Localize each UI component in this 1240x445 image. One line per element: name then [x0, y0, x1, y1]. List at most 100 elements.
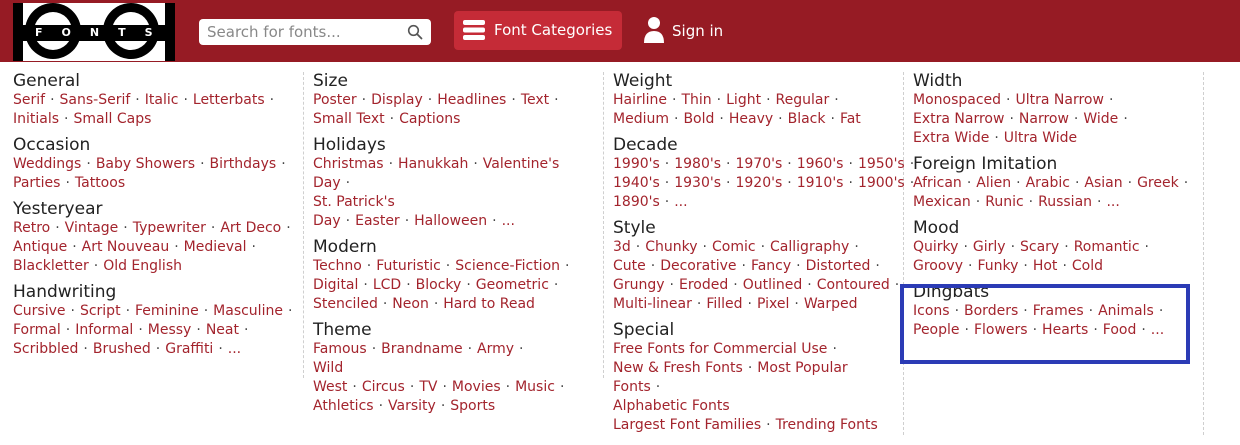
category-link-letterbats[interactable]: Letterbats [193, 92, 265, 108]
category-link-movies[interactable]: Movies [452, 379, 501, 395]
category-link-famous[interactable]: Famous [313, 341, 367, 357]
category-link-easter[interactable]: Easter [355, 213, 400, 229]
category-link-trending-fonts[interactable]: Trending Fonts [776, 417, 878, 433]
category-link-monospaced[interactable]: Monospaced [913, 92, 1001, 108]
category-link-circus[interactable]: Circus [362, 379, 405, 395]
category-link-halloween[interactable]: Halloween [414, 213, 487, 229]
category-link-hard-to-read[interactable]: Hard to Read [443, 296, 535, 312]
category-link-fat[interactable]: Fat [840, 111, 861, 127]
category-link-music[interactable]: Music [515, 379, 555, 395]
category-link-scribbled[interactable]: Scribbled [13, 341, 78, 357]
category-link-futuristic[interactable]: Futuristic [376, 258, 441, 274]
category-link-feminine[interactable]: Feminine [135, 303, 199, 319]
category-link-stenciled[interactable]: Stenciled [313, 296, 378, 312]
search-box[interactable] [199, 19, 431, 45]
category-link-bold[interactable]: Bold [683, 111, 714, 127]
category-link-art-nouveau[interactable]: Art Nouveau [82, 239, 170, 255]
category-link-masculine[interactable]: Masculine [213, 303, 283, 319]
category-link-techno[interactable]: Techno [313, 258, 362, 274]
category-link-informal[interactable]: Informal [75, 322, 133, 338]
category-link-alphabetic-fonts[interactable]: Alphabetic Fonts [613, 398, 730, 414]
category-link-runic[interactable]: Runic [985, 194, 1023, 210]
category-link-poster[interactable]: Poster [313, 92, 357, 108]
category-link-messy[interactable]: Messy [148, 322, 192, 338]
category-link-baby-showers[interactable]: Baby Showers [96, 156, 195, 172]
category-link-captions[interactable]: Captions [399, 111, 460, 127]
category-link-army[interactable]: Army [477, 341, 514, 357]
category-link-formal[interactable]: Formal [13, 322, 61, 338]
category-link-extra-narrow[interactable]: Extra Narrow [913, 111, 1004, 127]
category-link-art-deco[interactable]: Art Deco [220, 220, 281, 236]
category-link-extra-wide[interactable]: Extra Wide [913, 130, 989, 146]
category-link-black[interactable]: Black [788, 111, 826, 127]
category-link-graffiti[interactable]: Graffiti [165, 341, 213, 357]
category-link-mexican[interactable]: Mexican [913, 194, 971, 210]
category-link-typewriter[interactable]: Typewriter [133, 220, 206, 236]
category-link-birthdays[interactable]: Birthdays [210, 156, 277, 172]
site-logo[interactable]: FONTS [13, 3, 175, 61]
category-link-african[interactable]: African [913, 175, 962, 191]
category-link-1890-s[interactable]: 1890's [613, 194, 660, 210]
category-link-free-fonts-for-commercial-use[interactable]: Free Fonts for Commercial Use [613, 341, 827, 357]
category-link-brandname[interactable]: Brandname [381, 341, 462, 357]
category-link-warped[interactable]: Warped [804, 296, 858, 312]
category-link-1990-s[interactable]: 1990's [613, 156, 660, 172]
category-link-lcd[interactable]: LCD [373, 277, 401, 293]
category-link-asian[interactable]: Asian [1084, 175, 1122, 191]
category-link-medium[interactable]: Medium [613, 111, 669, 127]
category-link-1900-s[interactable]: 1900's [858, 175, 905, 191]
category-link-1980-s[interactable]: 1980's [674, 156, 721, 172]
category-link-weddings[interactable]: Weddings [13, 156, 81, 172]
category-link-cold[interactable]: Cold [1072, 258, 1103, 274]
category-link-neat[interactable]: Neat [206, 322, 239, 338]
category-link-display[interactable]: Display [371, 92, 423, 108]
category-link-thin[interactable]: Thin [681, 92, 711, 108]
category-link-girly[interactable]: Girly [973, 239, 1006, 255]
category-link-1960-s[interactable]: 1960's [797, 156, 844, 172]
category-link-distorted[interactable]: Distorted [806, 258, 871, 274]
category-link-more[interactable]: ... [502, 213, 515, 229]
category-link-light[interactable]: Light [726, 92, 761, 108]
category-link-serif[interactable]: Serif [13, 92, 45, 108]
category-link-1950-s[interactable]: 1950's [858, 156, 905, 172]
category-link-headlines[interactable]: Headlines [437, 92, 506, 108]
category-link-pixel[interactable]: Pixel [757, 296, 789, 312]
category-link-alien[interactable]: Alien [976, 175, 1011, 191]
category-link-largest-font-families[interactable]: Largest Font Families [613, 417, 761, 433]
category-link-blocky[interactable]: Blocky [416, 277, 462, 293]
category-link-neon[interactable]: Neon [392, 296, 429, 312]
category-link-tv[interactable]: TV [419, 379, 437, 395]
category-link-new-fresh-fonts[interactable]: New & Fresh Fonts [613, 360, 743, 376]
category-link-1910-s[interactable]: 1910's [797, 175, 844, 191]
category-link-athletics[interactable]: Athletics [313, 398, 374, 414]
category-link-scary[interactable]: Scary [1020, 239, 1059, 255]
category-link-multi-linear[interactable]: Multi-linear [613, 296, 692, 312]
search-input[interactable] [207, 21, 397, 43]
category-link-greek[interactable]: Greek [1137, 175, 1179, 191]
category-link-text[interactable]: Text [521, 92, 549, 108]
category-link-initials[interactable]: Initials [13, 111, 59, 127]
category-link-vintage[interactable]: Vintage [65, 220, 119, 236]
category-link-more[interactable]: ... [1106, 194, 1119, 210]
category-link-cute[interactable]: Cute [613, 258, 646, 274]
category-link-wild-west[interactable]: Wild West [313, 360, 347, 395]
category-link-arabic[interactable]: Arabic [1026, 175, 1070, 191]
category-link-funky[interactable]: Funky [977, 258, 1018, 274]
category-link-digital[interactable]: Digital [313, 277, 358, 293]
category-link-science-fiction[interactable]: Science-Fiction [455, 258, 560, 274]
category-link-geometric[interactable]: Geometric [476, 277, 549, 293]
category-link-sans-serif[interactable]: Sans-Serif [60, 92, 131, 108]
category-link-calligraphy[interactable]: Calligraphy [770, 239, 849, 255]
category-link-quirky[interactable]: Quirky [913, 239, 958, 255]
category-link-hanukkah[interactable]: Hanukkah [398, 156, 468, 172]
category-link-3d[interactable]: 3d [613, 239, 631, 255]
category-link-italic[interactable]: Italic [145, 92, 179, 108]
category-link-fancy[interactable]: Fancy [751, 258, 791, 274]
font-categories-button[interactable]: Font Categories [454, 11, 622, 50]
category-link-narrow[interactable]: Narrow [1019, 111, 1069, 127]
category-link-grungy[interactable]: Grungy [613, 277, 665, 293]
category-link-1970-s[interactable]: 1970's [735, 156, 782, 172]
category-link-brushed[interactable]: Brushed [93, 341, 151, 357]
category-link-hot[interactable]: Hot [1033, 258, 1058, 274]
category-link-regular[interactable]: Regular [776, 92, 830, 108]
